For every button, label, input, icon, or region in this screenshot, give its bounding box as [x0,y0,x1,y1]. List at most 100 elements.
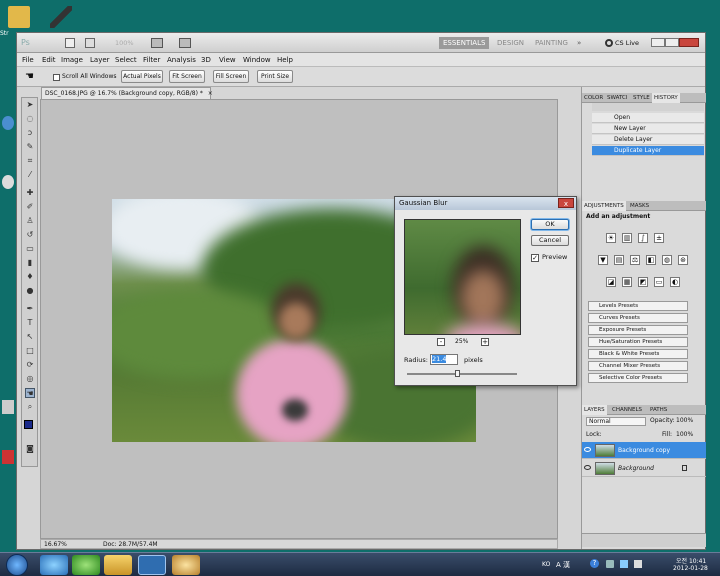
workspace-painting[interactable]: PAINTING [531,37,572,49]
tab-swatches[interactable]: SWATCI [605,93,629,103]
menu-help[interactable]: Help [277,54,293,66]
history-brush-tool-icon[interactable]: ↺ [25,230,35,240]
fill-value[interactable]: 100% [676,431,693,438]
zoom-out-button[interactable]: - [437,338,445,346]
menu-file[interactable]: File [22,54,34,66]
move-tool-icon[interactable]: ➤ [25,100,35,110]
channel-mixer-adj-icon[interactable]: ⊛ [678,255,688,265]
layer-background-copy[interactable]: Background copy [582,442,706,459]
cs-live-menu[interactable]: CS Live [615,37,639,49]
preset-exposure[interactable]: Exposure Presets [588,325,688,335]
threshold-adj-icon[interactable]: ◩ [638,277,648,287]
tray-icon[interactable] [606,560,614,568]
menu-window[interactable]: Window [243,54,271,66]
cancel-button[interactable]: Cancel [531,235,569,246]
app-desktop-icon-4[interactable] [2,450,14,464]
brush-tool-icon[interactable]: ✐ [25,202,35,212]
fit-screen-button[interactable]: Fit Screen [169,70,205,83]
history-row-duplicate-layer[interactable]: Duplicate Layer [592,146,704,156]
explorer-taskbar-icon[interactable] [104,555,132,575]
tab-color[interactable]: COLOR [582,93,605,103]
dialog-close-button[interactable]: x [558,198,574,208]
app-desktop-icon[interactable] [2,116,14,130]
3d-rotate-tool-icon[interactable]: ⟳ [25,360,35,370]
history-row-delete-layer[interactable]: Delete Layer [592,135,704,145]
blend-mode-select[interactable]: Normal [586,417,646,426]
preview-checkbox[interactable]: ✓ [531,254,539,262]
arrange-icon[interactable] [151,38,163,48]
scroll-all-checkbox[interactable] [53,74,60,81]
tab-masks[interactable]: MASKS [628,201,651,211]
doc-info[interactable]: Doc: 28.7M/57.4M [103,540,158,549]
quick-select-tool-icon[interactable]: ✎ [25,142,35,152]
healing-tool-icon[interactable]: ✚ [25,188,35,198]
preset-selective-color[interactable]: Selective Color Presets [588,373,688,383]
tab-layers[interactable]: LAYERS [582,405,607,415]
exposure-adj-icon[interactable]: ± [654,233,664,243]
radius-slider-handle[interactable] [455,370,460,377]
hue-sat-adj-icon[interactable]: ▤ [614,255,624,265]
menu-view[interactable]: View [219,54,236,66]
posterize-adj-icon[interactable]: ▦ [622,277,632,287]
bw-adj-icon[interactable]: ◧ [646,255,656,265]
minibridge-icon[interactable] [85,38,95,48]
input-lang[interactable]: KO [542,561,550,568]
photoshop-taskbar-icon[interactable] [138,555,166,575]
vibrance-adj-icon[interactable]: ▼ [598,255,608,265]
help-icon[interactable]: ? [590,559,599,568]
tab-paths[interactable]: PATHS [648,405,669,415]
selective-color-adj-icon[interactable]: ◐ [670,277,680,287]
ie-taskbar-icon[interactable] [40,555,68,575]
type-tool-icon[interactable]: T [25,318,35,328]
visibility-eye-icon[interactable] [584,465,591,470]
menu-layer[interactable]: Layer [90,54,110,66]
eraser-tool-icon[interactable]: ▭ [25,244,35,254]
tab-styles[interactable]: STYLE [631,93,652,103]
preset-hue-saturation[interactable]: Hue/Saturation Presets [588,337,688,347]
menu-filter[interactable]: Filter [143,54,160,66]
preset-levels[interactable]: Levels Presets [588,301,688,311]
brightness-adj-icon[interactable]: ☀ [606,233,616,243]
path-select-tool-icon[interactable]: ↖ [25,332,35,342]
actual-pixels-button[interactable]: Actual Pixels [121,70,163,83]
maximize-button[interactable] [665,38,679,47]
shape-tool-icon[interactable]: □ [25,346,35,356]
paint-taskbar-icon[interactable] [172,555,200,575]
invert-adj-icon[interactable]: ◪ [606,277,616,287]
gradient-map-adj-icon[interactable]: ▭ [654,277,664,287]
tab-adjustments[interactable]: ADJUSTMENTS [582,201,626,211]
marquee-tool-icon[interactable]: ◌ [25,114,35,124]
layer-background[interactable]: Background [582,460,706,477]
crop-tool-icon[interactable]: ⌗ [25,156,35,166]
close-tab-icon[interactable]: × [208,90,213,97]
ime-mode[interactable]: A 漢 [556,560,570,570]
zoom-level-menu[interactable]: 100% [115,37,134,49]
preset-curves[interactable]: Curves Presets [588,313,688,323]
bridge-icon[interactable] [65,38,75,48]
tab-history[interactable]: HISTORY [652,93,680,103]
history-row-open[interactable]: Open [592,113,704,123]
microphone-desktop-icon[interactable] [50,6,72,28]
blur-preview[interactable] [404,219,521,335]
workspace-design[interactable]: DESIGN [493,37,528,49]
history-row-new-layer[interactable]: New Layer [592,124,704,134]
volume-icon[interactable] [634,560,642,568]
zoom-tool-icon[interactable]: ⌕ [25,402,35,412]
ok-button[interactable]: OK [531,219,569,230]
eyedropper-tool-icon[interactable]: ⁄ [25,170,35,180]
print-size-button[interactable]: Print Size [257,70,293,83]
hand-tool-icon[interactable]: ☚ [25,70,34,83]
zoom-in-button[interactable]: + [481,338,489,346]
quick-mask-icon[interactable]: ◙ [25,444,35,454]
start-button[interactable] [6,554,28,576]
clock-date[interactable]: 2012-01-28 [673,565,708,572]
menu-3d[interactable]: 3D [201,54,211,66]
foreground-color-swatch[interactable] [24,420,33,429]
pen-tool-icon[interactable]: ✒ [25,304,35,314]
radius-input[interactable]: 21.4 [430,354,458,365]
color-balance-adj-icon[interactable]: ⚖ [630,255,640,265]
photo-filter-adj-icon[interactable]: ◍ [662,255,672,265]
lasso-tool-icon[interactable]: ↄ [25,128,35,138]
app-desktop-icon-3[interactable] [2,400,14,414]
3d-orbit-tool-icon[interactable]: ◎ [25,374,35,384]
